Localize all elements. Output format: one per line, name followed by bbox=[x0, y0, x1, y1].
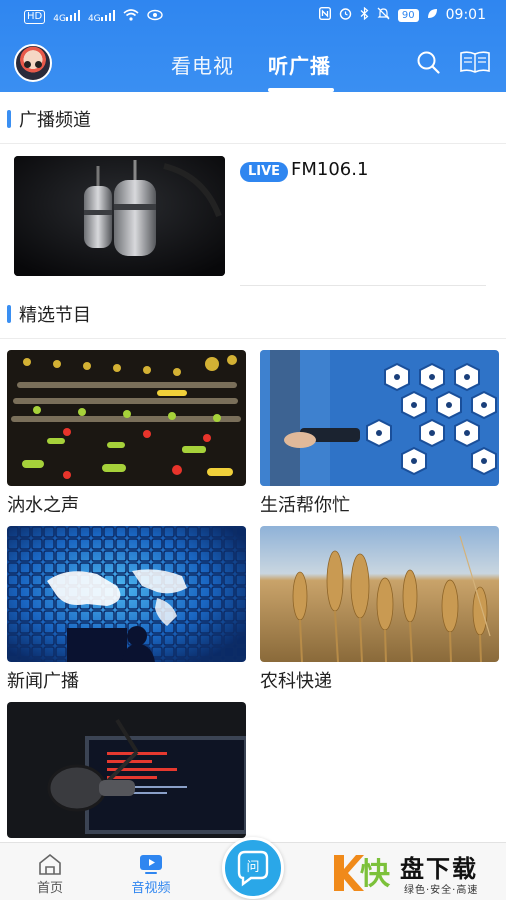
studio-microphone-image bbox=[7, 702, 246, 838]
program-title: 农科快递 bbox=[260, 671, 332, 692]
microphone-image bbox=[14, 156, 225, 276]
nav-audio-video-label: 音视频 bbox=[131, 881, 171, 896]
nav-home[interactable]: 首页 bbox=[10, 843, 90, 900]
video-icon bbox=[140, 855, 162, 874]
top-navbar: 看电视 听广播 bbox=[0, 32, 506, 92]
program-thumbnail[interactable] bbox=[7, 702, 246, 838]
program-card[interactable]: 汭水之声 bbox=[7, 350, 246, 520]
avatar-eye bbox=[24, 61, 31, 68]
mixing-console-image bbox=[7, 350, 246, 486]
section-header-programs: 精选节目 bbox=[0, 287, 506, 339]
divider bbox=[240, 285, 486, 286]
program-thumbnail[interactable] bbox=[260, 350, 499, 486]
tab-watch-tv[interactable]: 看电视 bbox=[171, 50, 234, 79]
section-title-programs: 精选节目 bbox=[19, 305, 91, 326]
status-right: 90 09:01 bbox=[318, 6, 486, 23]
wheat-field-image bbox=[260, 526, 499, 662]
section-accent-bar bbox=[7, 305, 11, 323]
program-thumbnail[interactable] bbox=[260, 526, 499, 662]
clock: 09:01 bbox=[445, 7, 486, 23]
program-card[interactable]: 生活帮你忙 bbox=[260, 350, 499, 520]
live-badge: LIVE bbox=[240, 162, 289, 182]
status-bar: HD 4G 4G 90 09:01 bbox=[0, 0, 506, 32]
signal-icon-2: 4G bbox=[88, 9, 115, 24]
bluetooth-icon bbox=[360, 6, 369, 23]
alarm-icon bbox=[339, 7, 352, 23]
program-thumbnail[interactable] bbox=[7, 350, 246, 486]
battery-indicator: 90 bbox=[397, 8, 419, 22]
avatar-eye bbox=[35, 61, 42, 68]
watermark-glyph: 快 bbox=[360, 857, 390, 892]
section-accent-bar bbox=[7, 110, 11, 128]
program-card[interactable]: 新闻广播 bbox=[7, 526, 246, 696]
section-header-channels: 广播频道 bbox=[0, 92, 506, 144]
hd-indicator: HD bbox=[24, 9, 46, 24]
program-title: 生活帮你忙 bbox=[260, 495, 350, 516]
nfc-icon bbox=[318, 6, 331, 23]
channel-thumbnail[interactable] bbox=[14, 156, 225, 276]
eye-icon bbox=[146, 9, 163, 24]
search-icon[interactable] bbox=[416, 50, 440, 74]
svg-text:问: 问 bbox=[246, 860, 259, 875]
watermark-logo: 快 盘下载 绿色·安全·高速 bbox=[330, 847, 500, 897]
mute-icon bbox=[377, 7, 390, 23]
wifi-icon bbox=[123, 9, 139, 24]
nav-audio-video[interactable]: 音视频 bbox=[111, 843, 191, 900]
nav-home-label: 首页 bbox=[36, 881, 63, 896]
ask-icon: 问 bbox=[237, 850, 269, 887]
watermark-title: 盘下载 bbox=[400, 855, 478, 883]
technology-icons-image bbox=[260, 350, 499, 486]
watermark-k-icon bbox=[334, 855, 364, 891]
home-icon bbox=[39, 853, 61, 875]
app-header: HD 4G 4G 90 09:01 看电视 听广播 bbox=[0, 0, 506, 92]
avatar[interactable] bbox=[14, 44, 52, 82]
section-title-channels: 广播频道 bbox=[19, 110, 91, 131]
program-thumbnail[interactable] bbox=[7, 526, 246, 662]
ask-button[interactable]: 问 bbox=[222, 837, 284, 899]
program-card[interactable]: 农科快递 bbox=[260, 526, 499, 696]
signal-icon: 4G bbox=[53, 9, 80, 24]
watermark-subtitle: 绿色·安全·高速 bbox=[404, 885, 479, 896]
world-map-image bbox=[7, 526, 246, 662]
news-icon[interactable] bbox=[460, 51, 490, 73]
program-title: 汭水之声 bbox=[7, 495, 79, 516]
bottom-navigation: 首页 音视频 问 快 盘下载 绿色·安全·高速 bbox=[0, 837, 506, 900]
program-title: 新闻广播 bbox=[7, 671, 79, 692]
channel-frequency: FM106.1 bbox=[291, 159, 369, 180]
channel-item[interactable]: LIVE FM106.1 bbox=[0, 146, 506, 286]
leaf-icon bbox=[427, 8, 438, 22]
tab-listen-radio[interactable]: 听广播 bbox=[268, 50, 331, 79]
status-left: HD 4G 4G bbox=[24, 9, 163, 24]
